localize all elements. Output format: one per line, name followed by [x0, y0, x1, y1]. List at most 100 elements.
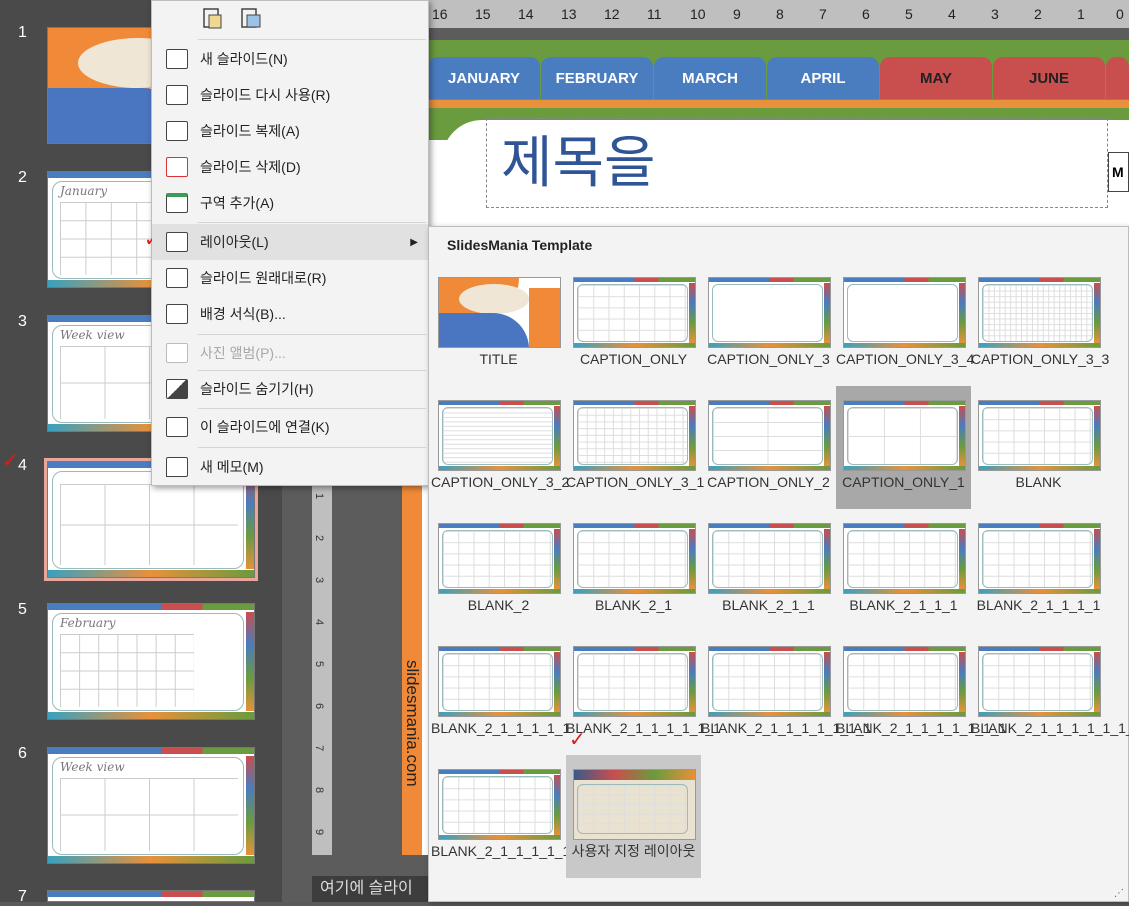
menu-item-label: 슬라이드 복제(A)	[200, 123, 300, 139]
month-bar	[48, 604, 254, 610]
preview-frame	[982, 653, 1093, 711]
ruler-tick: 5	[905, 6, 913, 22]
preview-bar	[574, 524, 695, 528]
layout-name: BLANK_2_1_1_1_1_1_1_1	[836, 720, 1007, 736]
preview-frame	[442, 653, 553, 711]
reuse-slide-icon	[166, 85, 188, 105]
menu-item-layout[interactable]: 레이아웃(L) ▶	[152, 224, 428, 260]
layout-preview	[843, 277, 966, 348]
layout-option[interactable]: BLANK_2_1_1_1_1	[971, 509, 1106, 632]
thumbnail-caption: Week view	[60, 328, 125, 342]
layout-name: BLANK_2_1_1_1	[849, 597, 958, 613]
preview-side	[689, 652, 695, 712]
title-placeholder[interactable]: 제목을	[486, 118, 1108, 208]
menu-item-link-slide[interactable]: 이 슬라이드에 연결(K)	[152, 409, 428, 445]
resize-grip-icon[interactable]: ⋰	[1114, 888, 1124, 899]
menu-item-reuse-slide[interactable]: 슬라이드 다시 사용(R)	[152, 77, 428, 113]
layout-preview	[708, 523, 831, 594]
menu-item-duplicate-slide[interactable]: 슬라이드 복제(A)	[152, 113, 428, 149]
layout-option[interactable]: CAPTION_ONLY_3_3	[971, 263, 1109, 386]
layout-option[interactable]: CAPTION_ONLY_3_4	[836, 263, 974, 386]
layout-option[interactable]: BLANK	[971, 386, 1106, 509]
calendar-grid	[60, 634, 194, 707]
preview-frame	[712, 653, 823, 711]
layout-option[interactable]: BLANK_2	[431, 509, 566, 632]
layout-preview	[708, 400, 831, 471]
layout-option[interactable]: CAPTION_ONLY	[566, 263, 701, 386]
menu-separator	[198, 222, 426, 223]
month-tab: MARCH	[654, 57, 766, 99]
reset-slide-icon	[166, 268, 188, 288]
preview-bar	[574, 647, 695, 651]
layout-option[interactable]: CAPTION_ONLY_3_1	[566, 386, 704, 509]
layout-option[interactable]: CAPTION_ONLY_2	[701, 386, 836, 509]
menu-item-new-slide[interactable]: 새 슬라이드(N)	[152, 41, 428, 77]
ruler-tick: 14	[518, 6, 534, 22]
layout-preview	[708, 277, 831, 348]
layout-option[interactable]: BLANK_2_1_1_1_1_1_1_1	[701, 632, 872, 755]
preview-bar	[979, 524, 1100, 528]
layout-name: CAPTION_ONLY	[579, 351, 688, 367]
preview-side	[554, 529, 560, 589]
menu-item-hide-slide[interactable]: 슬라이드 숨기기(H)	[152, 371, 428, 407]
decor-shape	[459, 284, 529, 314]
layout-preview	[573, 646, 696, 717]
preview-frame	[982, 407, 1093, 465]
layout-option[interactable]: BLANK_2_1_1_1_1_1_1	[566, 632, 721, 755]
month-label-box[interactable]: M	[1108, 152, 1129, 192]
layout-option[interactable]: BLANK_2_1_1_1_1_1_1_1	[836, 632, 1007, 755]
preview-bar	[574, 401, 695, 405]
menu-item-add-section[interactable]: 구역 추가(A)	[152, 185, 428, 221]
ruler-tick: 2	[313, 534, 326, 542]
preview-bottom	[709, 589, 830, 593]
layout-preview	[438, 277, 561, 348]
preview-side	[689, 406, 695, 466]
notes-pane[interactable]: 여기에 슬라이	[312, 876, 432, 902]
menu-item-delete-slide[interactable]: 슬라이드 삭제(D)	[152, 149, 428, 185]
preview-bottom	[574, 343, 695, 347]
layout-name: CAPTION_ONLY_2	[707, 474, 830, 490]
preview-bottom	[844, 466, 965, 470]
layout-preview	[573, 769, 696, 840]
layout-option[interactable]: CAPTION_ONLY_3	[701, 263, 836, 386]
slide-thumbnail-6[interactable]: Week view	[47, 747, 255, 864]
layout-option[interactable]: BLANK_2_1_1_1_1_1	[431, 632, 570, 755]
menu-item-new-comment[interactable]: 새 메모(M)	[152, 449, 428, 485]
preview-frame	[847, 407, 958, 465]
preview-bar	[574, 770, 695, 780]
layout-option[interactable]: BLANK_2_1_1_1	[836, 509, 971, 632]
layout-option[interactable]: BLANK_2_1_1	[701, 509, 836, 632]
paste-picture-icon[interactable]	[238, 5, 264, 31]
slide-thumbnail-5[interactable]: February	[47, 603, 255, 720]
menu-item-reset-slide[interactable]: 슬라이드 원래대로(R)	[152, 260, 428, 296]
ruler-tick: 6	[313, 702, 326, 710]
preview-side	[824, 283, 830, 343]
layout-preview	[843, 400, 966, 471]
layout-option[interactable]: BLANK_2_1_1_1_1_1_1_1_1	[971, 632, 1129, 755]
layout-preview	[978, 400, 1101, 471]
month-tab: JANUARY	[428, 57, 540, 99]
paste-icon[interactable]	[200, 5, 226, 31]
layout-option[interactable]: CAPTION_ONLY_3_2	[431, 386, 569, 509]
ruler-tick: 12	[604, 6, 620, 22]
layout-option-selected[interactable]: CAPTION_ONLY_1	[836, 386, 971, 509]
layout-preview	[978, 646, 1101, 717]
layout-preview	[978, 277, 1101, 348]
ruler-tick: 3	[991, 6, 999, 22]
layout-option-custom[interactable]: 사용자 지정 레이아웃	[566, 755, 701, 878]
preview-frame	[577, 407, 688, 465]
layout-option[interactable]: BLANK_2_1	[566, 509, 701, 632]
preview-bottom	[574, 589, 695, 593]
layout-name: BLANK_2_1_1_1_1_1_1_1_1_1	[431, 843, 633, 859]
submenu-arrow-icon: ▶	[410, 236, 418, 248]
layout-option[interactable]: BLANK_2_1_1_1_1_1_1_1_1_1	[431, 755, 633, 878]
menu-item-format-background[interactable]: 배경 서식(B)...	[152, 296, 428, 332]
preview-bar	[439, 524, 560, 528]
watermark-text: slidesmania.com	[403, 660, 422, 787]
slide-thumbnail-7[interactable]	[47, 890, 255, 902]
ruler-tick: 9	[313, 828, 326, 836]
orange-strip	[428, 100, 1129, 108]
side-tabs	[246, 612, 254, 711]
layout-option[interactable]: TITLE	[431, 263, 566, 386]
bottom-bar	[48, 712, 254, 719]
